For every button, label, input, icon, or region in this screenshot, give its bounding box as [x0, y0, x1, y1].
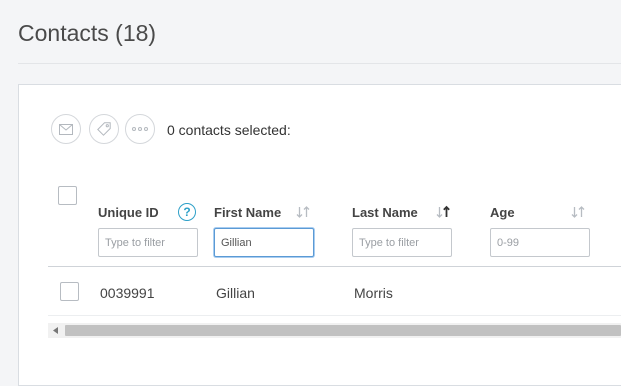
cell-unique-id: 0039991 — [100, 285, 155, 301]
tag-icon — [97, 122, 111, 136]
column-header-unique-id[interactable]: Unique ID — [98, 205, 159, 220]
caret-left-icon — [53, 327, 58, 334]
scrollbar-thumb[interactable] — [65, 325, 621, 336]
sort-icon[interactable] — [571, 205, 586, 219]
column-header-last-name[interactable]: Last Name — [352, 205, 418, 220]
title-divider — [18, 63, 621, 64]
more-actions-button[interactable] — [125, 114, 155, 144]
horizontal-scrollbar[interactable] — [48, 323, 621, 338]
more-dots-icon — [132, 127, 148, 131]
selection-count: 0 contacts selected: — [167, 122, 291, 138]
last-name-filter-input[interactable] — [352, 228, 452, 257]
header-divider — [48, 266, 621, 267]
sort-ascending-icon[interactable] — [436, 205, 451, 219]
row-divider — [48, 315, 621, 316]
first-name-filter-input[interactable] — [214, 228, 314, 257]
row-checkbox[interactable] — [60, 282, 79, 301]
column-header-first-name[interactable]: First Name — [214, 205, 281, 220]
sort-icon[interactable] — [296, 205, 311, 219]
scroll-left-button[interactable] — [48, 323, 63, 338]
tag-button[interactable] — [89, 114, 119, 144]
age-filter-input[interactable] — [490, 228, 590, 257]
select-all-checkbox[interactable] — [58, 186, 77, 205]
help-icon[interactable]: ? — [178, 203, 196, 221]
email-button[interactable] — [51, 114, 81, 144]
unique-id-filter-input[interactable] — [98, 228, 198, 257]
envelope-icon — [59, 123, 73, 135]
page-title: Contacts (18) — [18, 20, 157, 46]
cell-first-name: Gillian — [216, 285, 255, 301]
column-header-age[interactable]: Age — [490, 205, 515, 220]
cell-last-name: Morris — [354, 285, 393, 301]
